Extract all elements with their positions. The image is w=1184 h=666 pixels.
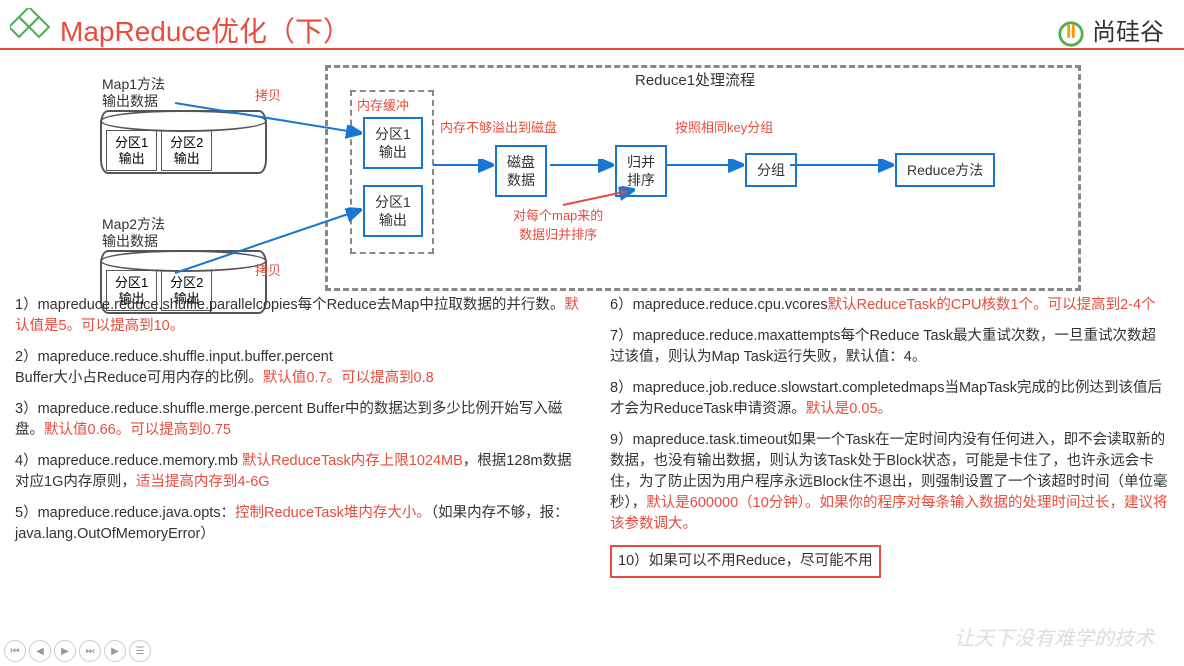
brand-logo: 尚硅谷 [1057, 12, 1164, 48]
param-6: 6）mapreduce.reduce.cpu.vcores默认ReduceTas… [610, 295, 1170, 316]
param-5: 5）mapreduce.reduce.java.opts：控制ReduceTas… [15, 503, 585, 545]
param-8: 8）mapreduce.job.reduce.slowstart.complet… [610, 378, 1170, 420]
nav-prev[interactable]: ◀ [29, 640, 51, 662]
param-3: 3）mapreduce.reduce.shuffle.merge.percent… [15, 399, 585, 441]
title-divider [0, 48, 1184, 50]
param-1: 1）mapreduce.reduce.shuffle.parallelcopie… [15, 295, 585, 337]
param-4: 4）mapreduce.reduce.memory.mb 默认ReduceTas… [15, 451, 585, 493]
watermark: 让天下没有难学的技术 [954, 622, 1154, 651]
nav-menu[interactable]: ☰ [129, 640, 151, 662]
flow-arrows [15, 55, 1075, 315]
brand-icon [1057, 20, 1085, 48]
param-7: 7）mapreduce.reduce.maxattempts每个Reduce T… [610, 326, 1170, 368]
left-content: 1）mapreduce.reduce.shuffle.parallelcopie… [15, 295, 585, 555]
param-2: 2）mapreduce.reduce.shuffle.input.buffer.… [15, 347, 585, 389]
param-9: 9）mapreduce.task.timeout如果一个Task在一定时间内没有… [610, 430, 1170, 535]
param-10: 10）如果可以不用Reduce，尽可能不用 [610, 545, 1170, 578]
logo-icon [10, 8, 50, 48]
flow-diagram: Reduce1处理流程 Map1方法 输出数据 分区1 输出 分区2 输出 Ma… [15, 55, 1075, 290]
footer-nav: ⏮ ◀ ▶ ⏭ ▶ ☰ [4, 640, 151, 662]
nav-next[interactable]: ▶ [54, 640, 76, 662]
nav-first[interactable]: ⏮ [4, 640, 26, 662]
page-title: MapReduce优化（下） [60, 10, 351, 50]
nav-last[interactable]: ⏭ [79, 640, 101, 662]
nav-play[interactable]: ▶ [104, 640, 126, 662]
right-content: 6）mapreduce.reduce.cpu.vcores默认ReduceTas… [610, 295, 1170, 588]
